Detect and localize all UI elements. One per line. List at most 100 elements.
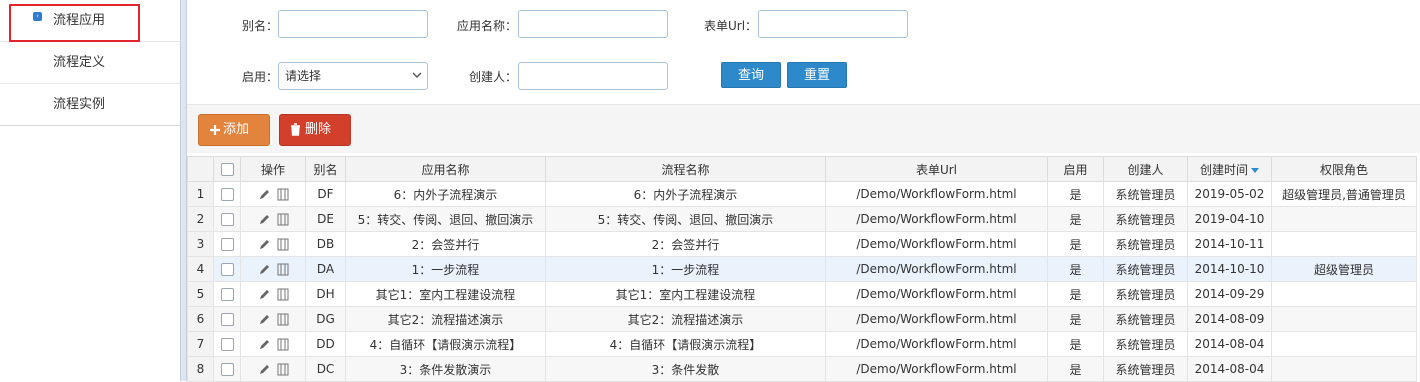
row-actions	[240, 306, 306, 332]
edit-icon[interactable]	[258, 188, 271, 201]
edit-icon[interactable]	[258, 238, 271, 251]
columns-icon[interactable]	[277, 338, 289, 351]
row-checkbox-cell[interactable]	[213, 231, 241, 257]
column-header-enabled[interactable]: 启用	[1047, 156, 1104, 182]
creator-input[interactable]	[518, 62, 668, 90]
delete-button-label: 删除	[305, 122, 332, 137]
cell-form-url: /Demo/WorkflowForm.html	[825, 356, 1048, 382]
row-actions	[240, 331, 306, 357]
sidebar-item-flow-definition[interactable]: 流程定义	[0, 42, 180, 84]
columns-icon[interactable]	[277, 238, 289, 251]
table-row[interactable]: 4 DA 1：一步流程 1：一步流程/Demo/WorkflowForm.html 是系…	[187, 256, 1417, 282]
cell-creator: 系统管理员	[1103, 331, 1188, 357]
table-row[interactable]: 7 DD 4：自循环【请假演示流程】 4：自循环【请假演示流程】/Demo/Workf…	[187, 331, 1417, 357]
columns-icon[interactable]	[277, 313, 289, 326]
form-url-label: 表单Url：	[704, 19, 758, 33]
edit-icon[interactable]	[258, 338, 271, 351]
cell-creator: 系统管理员	[1103, 256, 1188, 282]
row-checkbox[interactable]	[220, 188, 234, 201]
cell-form-url: /Demo/WorkflowForm.html	[825, 331, 1048, 357]
row-checkbox[interactable]	[220, 338, 234, 351]
column-header-alias[interactable]: 别名	[305, 156, 346, 182]
column-header-app-name[interactable]: 应用名称	[345, 156, 546, 182]
alias-input[interactable]	[278, 10, 428, 38]
column-header-flow-name[interactable]: 流程名称	[545, 156, 826, 182]
row-checkbox[interactable]	[220, 313, 234, 326]
cell-alias: DF	[305, 181, 346, 207]
add-button[interactable]: 添加	[198, 114, 270, 146]
row-checkbox[interactable]	[220, 263, 234, 276]
edit-icon[interactable]	[258, 288, 271, 301]
row-checkbox-cell[interactable]	[213, 281, 241, 307]
enabled-select-value: 请选择	[285, 69, 322, 83]
sidebar-item-flow-instance[interactable]: 流程实例	[0, 84, 180, 125]
cell-flow-name: 其它1：室内工程建设流程	[545, 281, 826, 307]
columns-icon[interactable]	[277, 288, 289, 301]
alias-label: 别名：	[242, 19, 279, 33]
data-grid: 操作 别名 应用名称 流程名称 表单Url 启用 创建人 创建时间 权限角色 1…	[187, 156, 1417, 382]
row-checkbox-cell[interactable]	[213, 331, 241, 357]
column-header-roles[interactable]: 权限角色	[1271, 156, 1417, 182]
row-checkbox[interactable]	[220, 288, 234, 301]
sidebar-item-flow-app[interactable]: › 流程应用	[0, 0, 180, 42]
form-url-input[interactable]	[758, 10, 908, 38]
cell-created-time: 2014-08-04	[1187, 331, 1272, 357]
cell-flow-name: 4：自循环【请假演示流程】	[545, 331, 826, 357]
cell-form-url: /Demo/WorkflowForm.html	[825, 206, 1048, 232]
row-number: 5	[187, 281, 214, 307]
row-number: 3	[187, 231, 214, 257]
row-checkbox[interactable]	[220, 363, 234, 376]
table-row[interactable]: 3 DB 2：会签并行 2：会签并行/Demo/WorkflowForm.html 是系…	[187, 231, 1417, 257]
row-actions	[240, 256, 306, 282]
edit-icon[interactable]	[258, 263, 271, 276]
table-row[interactable]: 1 DF 6：内外子流程演示 6：内外子流程演示/Demo/WorkflowForm.…	[187, 181, 1417, 207]
table-row[interactable]: 6 DG 其它2：流程描述演示 其它2：流程描述演示/Demo/WorkflowFor…	[187, 306, 1417, 332]
cell-creator: 系统管理员	[1103, 306, 1188, 332]
cell-creator: 系统管理员	[1103, 356, 1188, 382]
edit-icon[interactable]	[258, 313, 271, 326]
edit-icon[interactable]	[258, 213, 271, 226]
column-header-created-time[interactable]: 创建时间	[1187, 156, 1272, 182]
row-checkbox[interactable]	[220, 213, 234, 226]
columns-icon[interactable]	[277, 363, 289, 376]
edit-icon[interactable]	[258, 363, 271, 376]
column-header-creator[interactable]: 创建人	[1103, 156, 1188, 182]
table-row[interactable]: 8 DC 3：条件发散演示 3：条件发散/Demo/WorkflowForm.html…	[187, 356, 1417, 382]
search-button[interactable]: 查询	[721, 62, 781, 88]
cell-created-time: 2014-10-10	[1187, 256, 1272, 282]
row-checkbox-cell[interactable]	[213, 256, 241, 282]
splitter[interactable]	[180, 0, 187, 381]
app-name-input[interactable]	[518, 10, 668, 38]
reset-button[interactable]: 重置	[787, 62, 847, 88]
row-checkbox-cell[interactable]	[213, 206, 241, 232]
delete-button[interactable]: 删除	[279, 114, 351, 146]
cell-enabled: 是	[1047, 331, 1104, 357]
select-all-checkbox[interactable]	[220, 163, 234, 176]
table-row[interactable]: 5 DH 其它1：室内工程建设流程 其它1：室内工程建设流程/Demo/Workflo…	[187, 281, 1417, 307]
cell-form-url: /Demo/WorkflowForm.html	[825, 256, 1048, 282]
cell-alias: DD	[305, 331, 346, 357]
cell-flow-name: 2：会签并行	[545, 231, 826, 257]
columns-icon[interactable]	[277, 263, 289, 276]
column-header-actions: 操作	[240, 156, 306, 182]
row-checkbox-cell[interactable]	[213, 181, 241, 207]
row-checkbox[interactable]	[220, 238, 234, 251]
enabled-select[interactable]: 请选择	[278, 62, 428, 90]
columns-icon[interactable]	[277, 188, 289, 201]
cell-form-url: /Demo/WorkflowForm.html	[825, 181, 1048, 207]
table-row[interactable]: 2 DE 5：转交、传阅、退回、撤回演示 5：转交、传阅、退回、撤回演示/Demo/W…	[187, 206, 1417, 232]
columns-icon[interactable]	[277, 213, 289, 226]
cell-enabled: 是	[1047, 206, 1104, 232]
cell-roles	[1271, 306, 1417, 332]
row-actions	[240, 206, 306, 232]
cell-created-time: 2014-10-11	[1187, 231, 1272, 257]
created-time-header-label: 创建时间	[1199, 162, 1248, 177]
column-header-form-url[interactable]: 表单Url	[825, 156, 1048, 182]
cell-flow-name: 1：一步流程	[545, 256, 826, 282]
cell-roles: 超级管理员	[1271, 256, 1417, 282]
row-checkbox-cell[interactable]	[213, 306, 241, 332]
sidebar-item-label: 流程实例	[53, 97, 106, 112]
row-checkbox-cell[interactable]	[213, 356, 241, 382]
select-all-checkbox-cell[interactable]	[213, 156, 241, 182]
cell-form-url: /Demo/WorkflowForm.html	[825, 231, 1048, 257]
